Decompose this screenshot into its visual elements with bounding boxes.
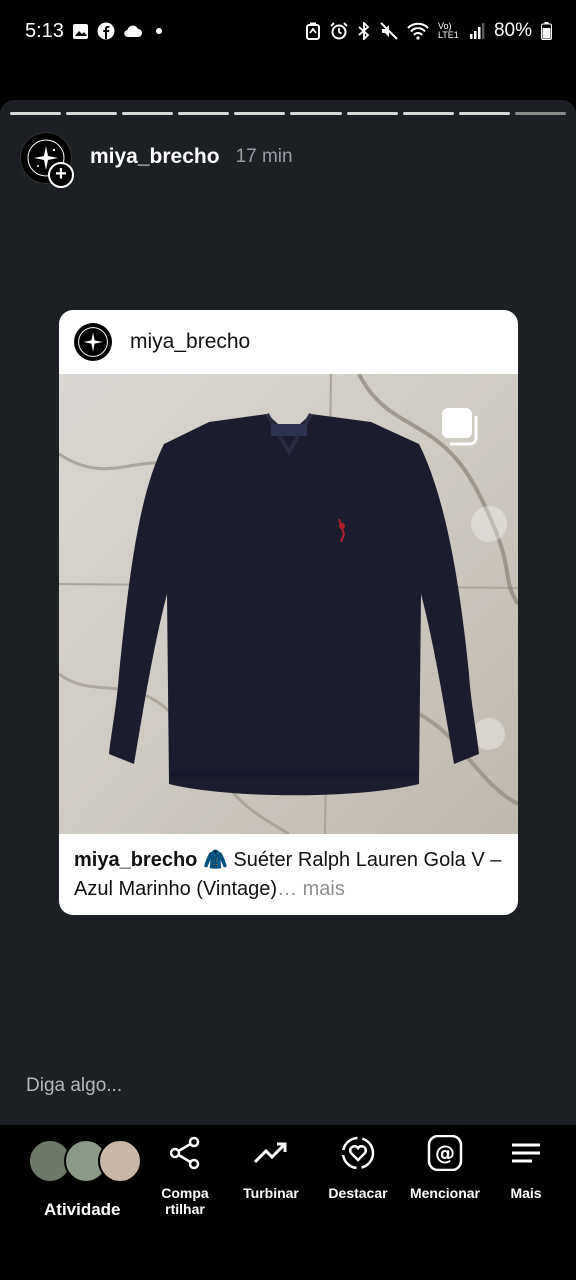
share-icon — [169, 1136, 200, 1170]
status-bar: 5:13 Vo) LTE1 80% — [0, 0, 576, 66]
activity-button[interactable]: Atividade — [44, 1200, 121, 1220]
progress-segment — [346, 112, 398, 115]
progress-segment — [290, 112, 342, 115]
viewer-avatar — [98, 1139, 142, 1183]
caption-username: miya_brecho — [74, 849, 198, 871]
coat-emoji: 🧥 — [202, 849, 228, 871]
menu-icon — [512, 1143, 540, 1163]
progress-segment — [122, 112, 174, 115]
progress-segment — [234, 112, 286, 115]
share-button[interactable]: Compa rtilhar — [155, 1135, 215, 1217]
shared-post-card[interactable]: miya_brecho miya_brecho 🧥 Suéter Ralph L… — [59, 310, 518, 915]
dot-icon — [156, 28, 162, 34]
highlight-label: Destacar — [328, 1185, 388, 1201]
story-timestamp: 17 min — [235, 146, 293, 167]
gallery-icon — [73, 23, 88, 39]
svg-text:@: @ — [435, 1141, 455, 1165]
progress-segment — [66, 112, 118, 115]
progress-segment — [402, 112, 454, 115]
progress-segment-current — [514, 112, 566, 115]
share-label: Compa rtilhar — [161, 1185, 209, 1217]
carousel-icon — [442, 408, 478, 446]
story-username[interactable]: miya_brecho — [90, 145, 220, 169]
trending-up-icon — [253, 1142, 287, 1164]
activity-avatars[interactable] — [28, 1139, 142, 1183]
cloud-icon — [124, 25, 142, 38]
reply-input[interactable]: Diga algo... — [26, 1075, 122, 1097]
story-viewer[interactable]: + miya_brecho 17 min miya_brecho miya_br… — [0, 100, 576, 1125]
battery-saver-icon — [305, 22, 320, 40]
facebook-icon — [97, 22, 115, 40]
post-avatar — [74, 323, 112, 361]
story-progress-bar — [10, 112, 566, 115]
post-header: miya_brecho — [59, 310, 518, 374]
signal-icon — [469, 23, 485, 39]
story-avatar[interactable]: + — [20, 132, 74, 188]
mention-label: Mencionar — [409, 1185, 480, 1201]
alarm-icon — [330, 22, 348, 40]
boost-label: Turbinar — [243, 1185, 299, 1201]
add-story-icon[interactable]: + — [48, 162, 74, 188]
highlight-heart-icon — [341, 1136, 375, 1170]
mention-button[interactable]: @ Mencionar — [405, 1135, 485, 1201]
battery-icon — [541, 22, 552, 40]
story-action-bar: Atividade Compa rtilhar Turbinar Destaca… — [0, 1125, 576, 1280]
post-caption: miya_brecho 🧥 Suéter Ralph Lauren Gola V… — [59, 834, 518, 904]
highlight-button[interactable]: Destacar — [323, 1135, 393, 1201]
boost-button[interactable]: Turbinar — [236, 1135, 306, 1201]
network-label: Vo) LTE1 — [437, 21, 459, 40]
battery-percent: 80% — [493, 20, 532, 41]
story-header: + miya_brecho 17 min — [20, 130, 293, 188]
post-image — [59, 374, 518, 834]
status-time: 5:13 — [25, 20, 64, 42]
progress-segment — [458, 112, 510, 115]
progress-segment — [178, 112, 230, 115]
progress-segment — [10, 112, 62, 115]
caption-more-link[interactable]: … mais — [277, 878, 345, 900]
wifi-icon — [407, 22, 429, 40]
at-sign-icon: @ — [427, 1135, 463, 1171]
post-username: miya_brecho — [130, 330, 251, 353]
bluetooth-icon — [358, 22, 370, 40]
mute-icon — [380, 22, 398, 40]
more-label: Mais — [510, 1185, 542, 1201]
more-button[interactable]: Mais — [499, 1135, 553, 1201]
